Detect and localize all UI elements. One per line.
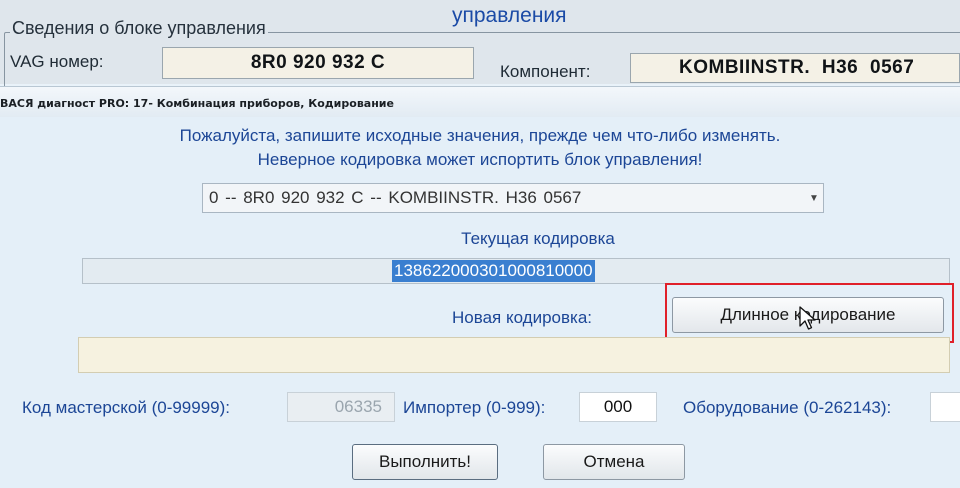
execute-button[interactable]: Выполнить! bbox=[352, 444, 498, 480]
module-title: управления bbox=[452, 4, 567, 27]
warning-line-2: Неверное кодировка может испортить блок … bbox=[257, 150, 703, 169]
cancel-button[interactable]: Отмена bbox=[543, 444, 685, 480]
new-coding-label: Новая кодировка: bbox=[452, 308, 593, 327]
workshop-code-field[interactable]: 06335 bbox=[287, 392, 395, 422]
new-coding-field[interactable] bbox=[78, 337, 950, 373]
component-field: KOMBIINSTR. H36 0567 bbox=[630, 53, 960, 83]
vag-number-field: 8R0 920 932 C bbox=[162, 47, 474, 79]
current-coding-label: Текущая кодировка bbox=[461, 229, 615, 248]
importer-label: Импортер (0-999): bbox=[403, 398, 546, 417]
warning-line-1: Пожалуйста, запишите исходные значения, … bbox=[179, 126, 781, 145]
module-info-group-label: Сведения о блоке управления bbox=[10, 18, 268, 39]
chevron-down-icon[interactable]: ▼ bbox=[805, 193, 823, 204]
module-select-value: 0 -- 8R0 920 932 C -- KOMBIINSTR. H36 05… bbox=[209, 188, 582, 207]
equipment-label: Оборудование (0-262143): bbox=[683, 398, 892, 417]
importer-field[interactable]: 000 bbox=[579, 392, 657, 422]
vag-number-label: VAG номер: bbox=[10, 52, 104, 71]
component-label: Компонент: bbox=[500, 62, 591, 81]
module-select[interactable]: 0 -- 8R0 920 932 C -- KOMBIINSTR. H36 05… bbox=[202, 183, 824, 213]
mouse-cursor-icon bbox=[799, 306, 816, 330]
equipment-field[interactable] bbox=[930, 392, 960, 422]
dialog-title: ВАСЯ диагност PRO: 17- Комбинация прибор… bbox=[0, 97, 394, 110]
current-coding-value[interactable]: 138622000301000810000 bbox=[392, 260, 595, 282]
workshop-code-label: Код мастерской (0-99999): bbox=[22, 398, 231, 417]
